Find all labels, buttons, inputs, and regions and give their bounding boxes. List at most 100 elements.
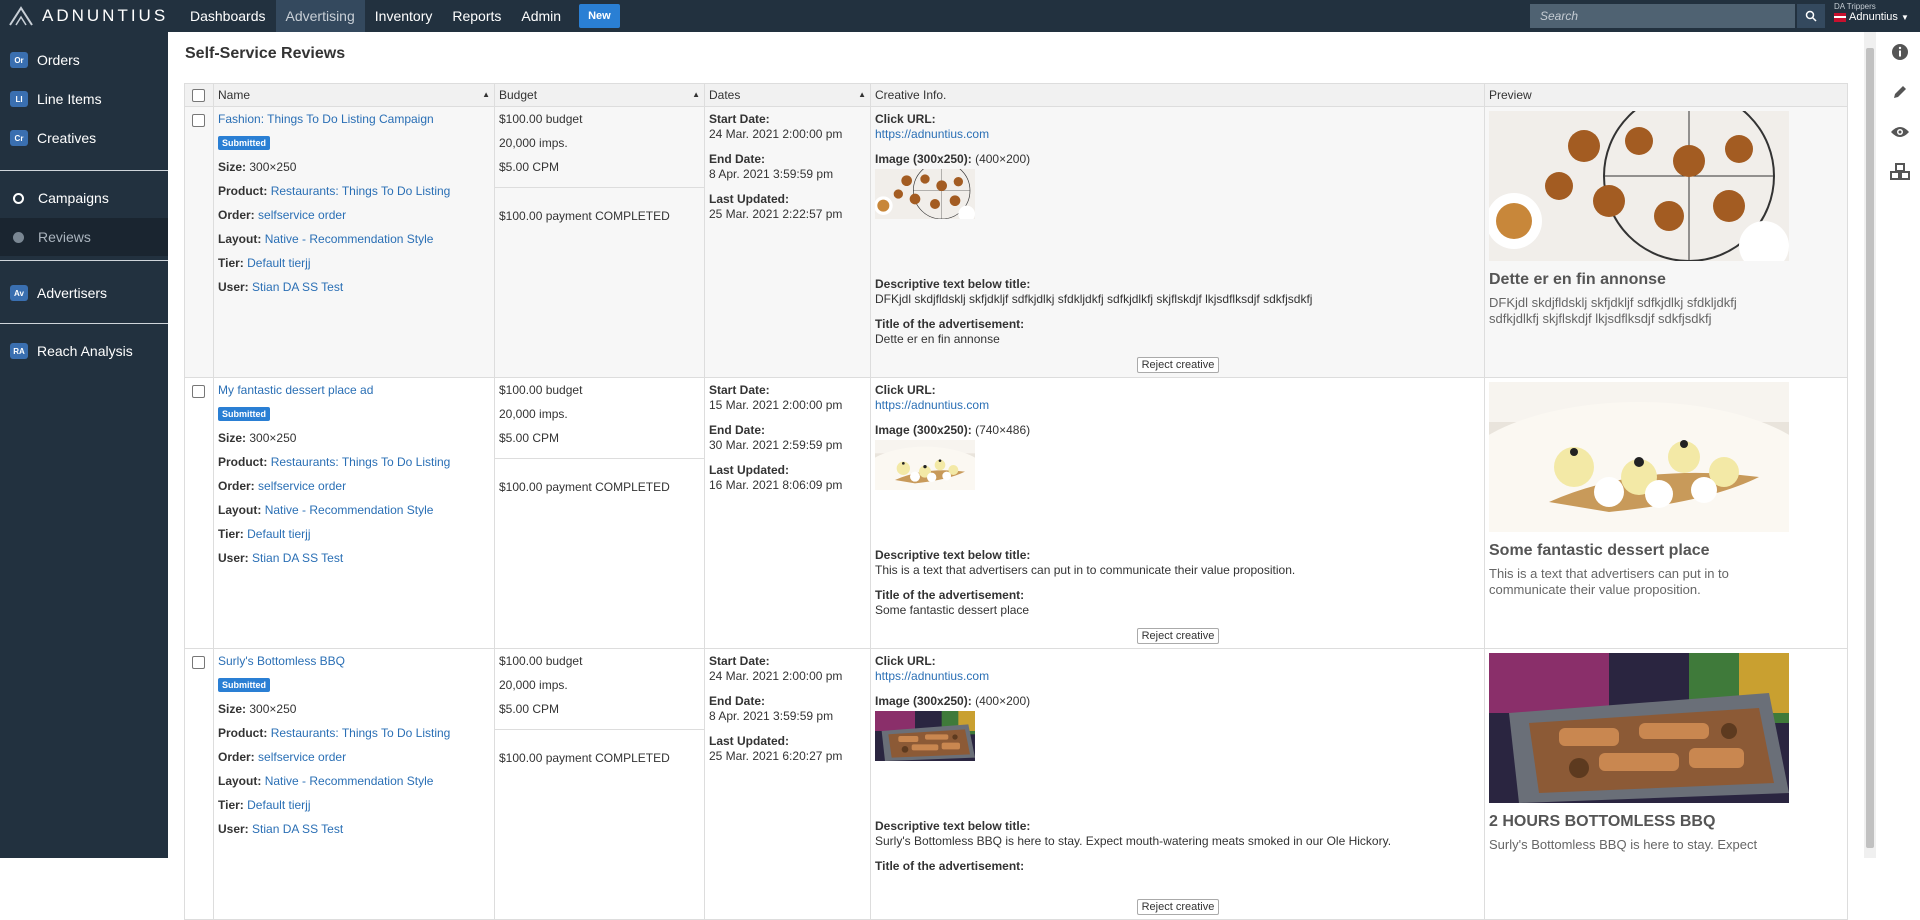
- last-updated-value: 25 Mar. 2021 6:20:27 pm: [709, 749, 843, 763]
- search-input[interactable]: [1530, 4, 1795, 28]
- pencil-icon[interactable]: [1880, 72, 1920, 112]
- click-url-link[interactable]: https://adnuntius.com: [875, 127, 989, 141]
- campaign-name-link[interactable]: Surly's Bottomless BBQ: [218, 654, 345, 668]
- click-url-label: Click URL:: [875, 654, 936, 668]
- sidebar-item-creatives[interactable]: Cr Creatives: [0, 120, 168, 156]
- budget-cell: $100.00 budget 20,000 imps. $5.00 CPM $1…: [494, 649, 704, 919]
- payment-status: $100.00 payment COMPLETED: [499, 751, 670, 765]
- column-header-dates[interactable]: Dates ▲: [704, 84, 870, 106]
- layout-link[interactable]: Native - Recommendation Style: [265, 774, 434, 788]
- nav-advertising[interactable]: Advertising: [275, 0, 365, 32]
- click-url-label: Click URL:: [875, 112, 936, 126]
- tier-link[interactable]: Default tierjj: [247, 256, 310, 270]
- row-checkbox[interactable]: [192, 385, 205, 398]
- nav-reports[interactable]: Reports: [442, 0, 511, 32]
- header-label: Dates: [709, 88, 741, 102]
- header-label: Creative Info.: [875, 88, 947, 102]
- table-row: My fantastic dessert place ad Submitted …: [184, 378, 1848, 649]
- tier-link[interactable]: Default tierjj: [247, 527, 310, 541]
- end-date-value: 8 Apr. 2021 3:59:59 pm: [709, 709, 834, 723]
- product-field: Product: Restaurants: Things To Do Listi…: [218, 184, 451, 198]
- product-link[interactable]: Restaurants: Things To Do Listing: [271, 455, 451, 469]
- main-nav: Dashboards Advertising Inventory Reports…: [180, 0, 620, 32]
- table-row: Surly's Bottomless BBQ Submitted Size: 3…: [184, 649, 1848, 920]
- sidebar-item-reach-analysis[interactable]: RA Reach Analysis: [0, 333, 168, 369]
- creative-thumbnail[interactable]: [875, 711, 975, 761]
- reject-creative-button[interactable]: Reject creative: [1137, 899, 1219, 915]
- dot-icon: [13, 231, 24, 243]
- user-link[interactable]: Stian DA SS Test: [252, 551, 343, 565]
- nav-inventory[interactable]: Inventory: [365, 0, 443, 32]
- campaign-name-link[interactable]: My fantastic dessert place ad: [218, 383, 373, 397]
- product-link[interactable]: Restaurants: Things To Do Listing: [271, 726, 451, 740]
- column-header-budget[interactable]: Budget ▲: [494, 84, 704, 106]
- preview-title: Dette er en fin annonse: [1489, 271, 1666, 288]
- logo-text: ADNUNTIUS: [42, 6, 169, 25]
- order-link[interactable]: selfservice order: [258, 750, 346, 764]
- budget-cell: $100.00 budget 20,000 imps. $5.00 CPM $1…: [494, 107, 704, 377]
- column-header-creative-info: Creative Info.: [870, 84, 1484, 106]
- new-button[interactable]: New: [579, 4, 620, 28]
- sidebar-item-line-items[interactable]: LI Line Items: [0, 81, 168, 117]
- layout-link[interactable]: Native - Recommendation Style: [265, 232, 434, 246]
- budget-value: $100.00 budget: [499, 383, 583, 397]
- cpm-value: $5.00 CPM: [499, 160, 560, 174]
- click-url-link[interactable]: https://adnuntius.com: [875, 669, 989, 683]
- preview-cell: Dette er en fin annonse DFKjdl skdjfldsk…: [1484, 107, 1848, 377]
- app-logo[interactable]: ADNUNTIUS: [8, 6, 168, 26]
- tier-field: Tier: Default tierjj: [218, 256, 311, 270]
- row-checkbox[interactable]: [192, 114, 205, 127]
- image-field: Image (300x250): (400×200): [875, 152, 1031, 166]
- sidebar-item-reviews[interactable]: Reviews: [0, 218, 168, 256]
- orders-icon: Or: [10, 52, 28, 68]
- eye-icon[interactable]: [1880, 112, 1920, 152]
- select-all-checkbox[interactable]: [192, 89, 205, 102]
- end-date-value: 30 Mar. 2021 2:59:59 pm: [709, 438, 843, 452]
- nav-dashboards[interactable]: Dashboards: [180, 0, 276, 32]
- desc-label: Descriptive text below title:: [875, 277, 1031, 291]
- scrollbar-thumb[interactable]: [1866, 48, 1874, 848]
- campaign-name-link[interactable]: Fashion: Things To Do Listing Campaign: [218, 112, 434, 126]
- scrollbar[interactable]: [1864, 32, 1876, 858]
- ad-title-value: Some fantastic dessert place: [875, 603, 1030, 617]
- user-menu[interactable]: DA Trippers Adnuntius ▼: [1834, 2, 1909, 23]
- tier-link[interactable]: Default tierjj: [247, 798, 310, 812]
- user-link[interactable]: Stian DA SS Test: [252, 280, 343, 294]
- page-title: Self-Service Reviews: [185, 45, 346, 62]
- reviews-table: Name ▲ Budget ▲ Dates ▲ Creative Info. Prev…: [184, 83, 1848, 920]
- creative-thumbnail[interactable]: [875, 440, 975, 490]
- row-checkbox[interactable]: [192, 656, 205, 669]
- product-link[interactable]: Restaurants: Things To Do Listing: [271, 184, 451, 198]
- cubes-icon[interactable]: [1880, 152, 1920, 192]
- sidebar-item-campaigns[interactable]: Campaigns: [0, 180, 168, 216]
- header-label: Budget: [499, 88, 538, 102]
- user-link[interactable]: Stian DA SS Test: [252, 822, 343, 836]
- order-link[interactable]: selfservice order: [258, 479, 346, 493]
- preview-text: DFKjdl skdjfldsklj skfjdkljf sdfkjdlkj s…: [1489, 295, 1737, 326]
- last-updated-value: 25 Mar. 2021 2:22:57 pm: [709, 207, 843, 221]
- search-button[interactable]: [1797, 4, 1825, 28]
- preview-image: [1489, 382, 1789, 532]
- nav-admin[interactable]: Admin: [511, 0, 571, 32]
- sidebar-divider: [0, 323, 168, 324]
- adnuntius-logo-icon: [9, 6, 33, 26]
- sidebar-item-orders[interactable]: Or Orders: [0, 42, 168, 78]
- info-icon[interactable]: [1880, 32, 1920, 72]
- column-header-name[interactable]: Name ▲: [213, 84, 494, 106]
- reject-creative-button[interactable]: Reject creative: [1137, 357, 1219, 373]
- main-content: Self-Service Reviews Name ▲ Budget ▲ Dates…: [168, 32, 1864, 920]
- user-field: User: Stian DA SS Test: [218, 551, 344, 565]
- sidebar-item-label: Campaigns: [38, 190, 109, 206]
- reject-creative-button[interactable]: Reject creative: [1137, 628, 1219, 644]
- sort-asc-icon: ▲: [482, 90, 490, 99]
- sidebar-item-advertisers[interactable]: Av Advertisers: [0, 275, 168, 311]
- network-name: DA Trippers: [1834, 2, 1876, 11]
- click-url-link[interactable]: https://adnuntius.com: [875, 398, 989, 412]
- sidebar-item-label: Reach Analysis: [37, 343, 133, 359]
- order-link[interactable]: selfservice order: [258, 208, 346, 222]
- dates-cell: Start Date: 24 Mar. 2021 2:00:00 pm End …: [704, 107, 870, 377]
- sidebar-divider: [0, 260, 168, 261]
- layout-link[interactable]: Native - Recommendation Style: [265, 503, 434, 517]
- column-header-preview: Preview: [1484, 84, 1848, 106]
- creative-thumbnail[interactable]: [875, 169, 975, 219]
